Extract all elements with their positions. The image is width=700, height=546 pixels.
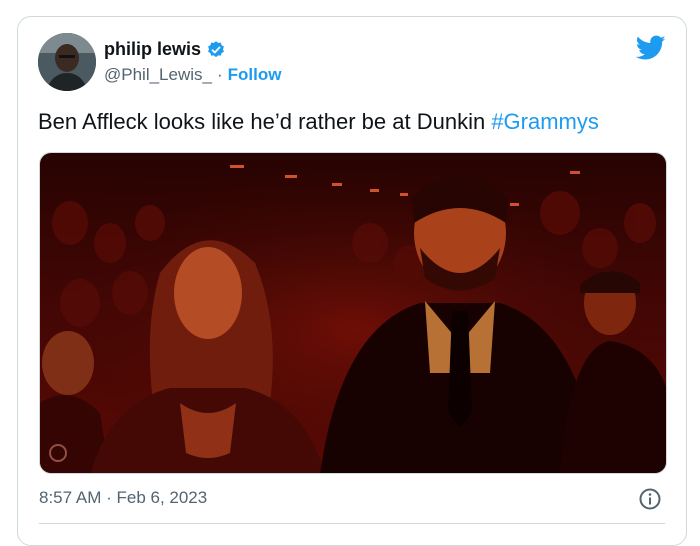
verified-badge-icon (208, 40, 224, 57)
info-icon[interactable] (638, 487, 662, 511)
hashtag-link[interactable]: #Grammys (491, 109, 599, 134)
separator-dot: · (216, 65, 223, 84)
tweet-media[interactable] (39, 152, 667, 474)
author-handle[interactable]: @Phil_Lewis_ (104, 65, 212, 85)
divider (39, 523, 665, 524)
tweet-body: Ben Affleck looks like he’d rather be at… (38, 109, 492, 134)
avatar[interactable] (38, 33, 96, 91)
follow-button[interactable]: Follow (228, 65, 282, 85)
author-name[interactable]: philip lewis (104, 39, 201, 60)
tweet-card: philip lewis @Phil_Lewis_ · Follow Ben A… (17, 16, 687, 546)
twitter-bird-icon[interactable] (636, 35, 666, 61)
author-handle-row: @Phil_Lewis_ · Follow (104, 65, 281, 85)
avatar-image (38, 33, 96, 91)
tweet-timestamp[interactable]: 8:57 AM · Feb 6, 2023 (39, 488, 207, 508)
author-name-row: philip lewis (104, 39, 226, 60)
tweet-text: Ben Affleck looks like he’d rather be at… (38, 109, 599, 135)
media-image (40, 153, 666, 473)
